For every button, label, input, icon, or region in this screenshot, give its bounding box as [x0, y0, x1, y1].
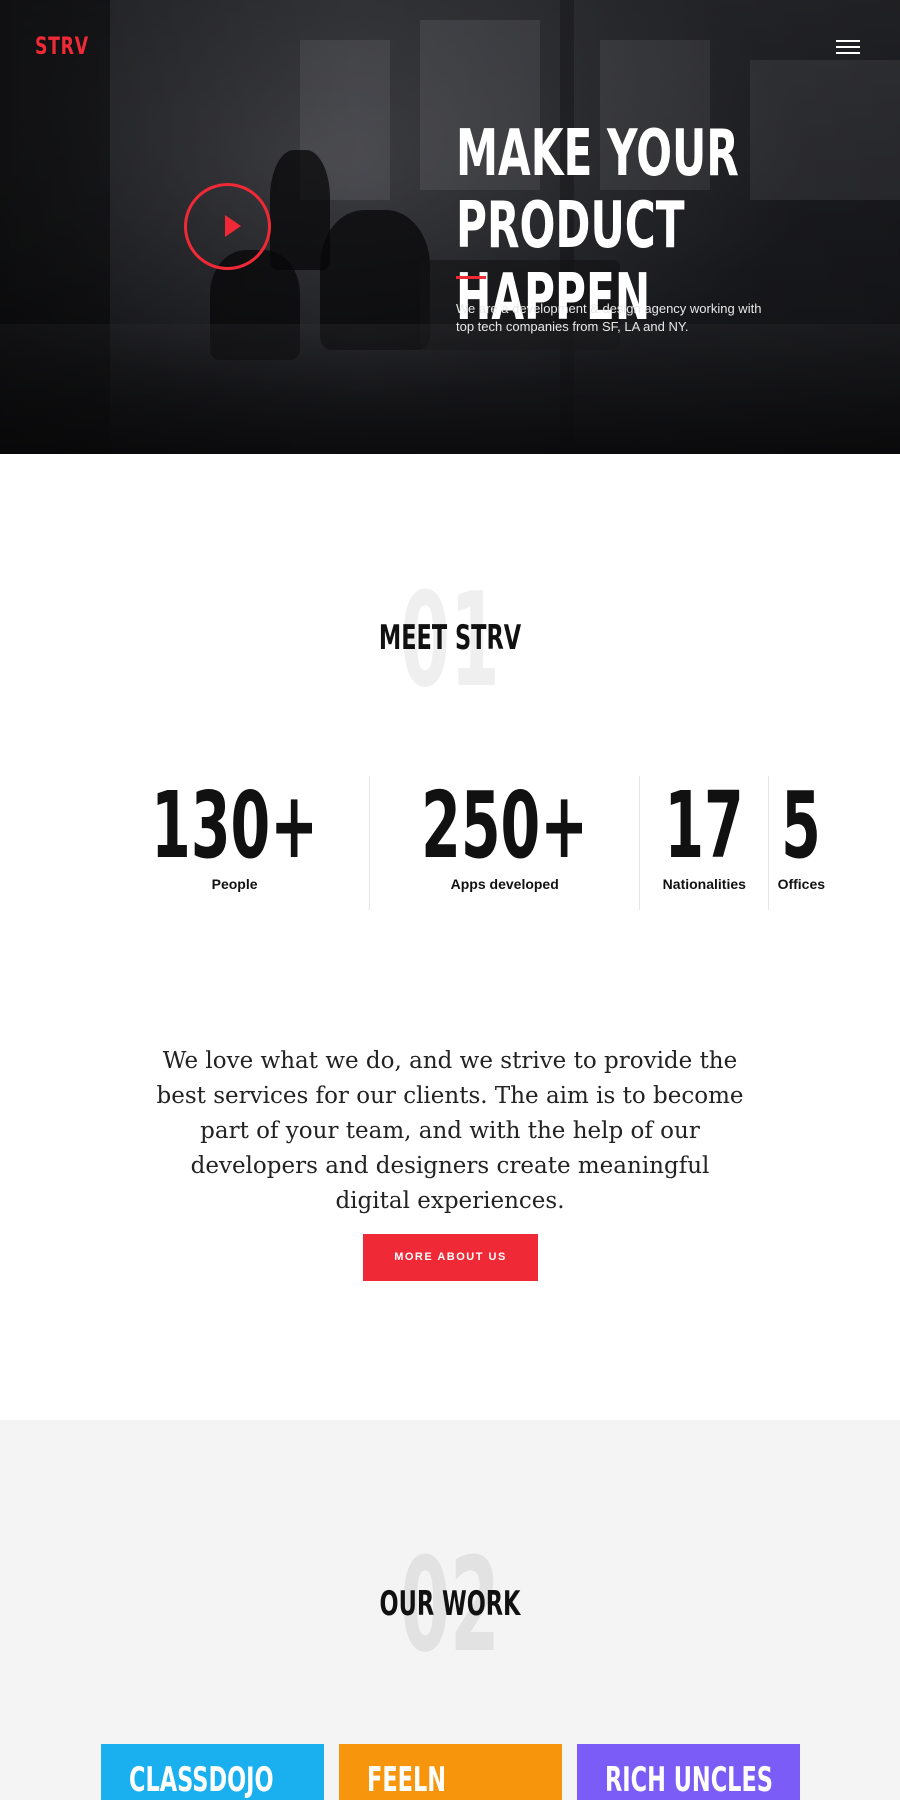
stat-people: 130+ People	[100, 776, 369, 910]
work-card-rich-uncles[interactable]: RICH UNCLES	[577, 1744, 800, 1800]
about-quote: We love what we do, and we strive to pro…	[156, 1048, 744, 1214]
stat-apps: 250+ Apps developed	[369, 776, 639, 910]
work-card-feeln[interactable]: FEELN	[339, 1744, 562, 1800]
strv-logo[interactable]: STRV	[35, 32, 89, 60]
stat-value: 17	[664, 772, 744, 879]
play-video-button[interactable]	[184, 183, 271, 270]
stat-nationalities: 17 Nationalities	[639, 776, 768, 910]
stats-row: 130+ People 250+ Apps developed 17 Natio…	[100, 776, 825, 910]
hamburger-menu-icon[interactable]	[836, 38, 860, 56]
stat-value: 5	[781, 772, 822, 879]
work-cards: CLASSDOJO FEELN RICH UNCLES	[101, 1744, 801, 1800]
hero-subtitle: We are a development & design agency wor…	[456, 301, 762, 334]
stat-value: 250+	[421, 772, 589, 879]
hero-section: STRV MAKE YOUR PRODUCT HAPPEN We are a d…	[0, 0, 900, 454]
meet-section-title: MEET STRV	[378, 618, 522, 658]
work-card-classdojo[interactable]: CLASSDOJO	[101, 1744, 324, 1800]
more-about-us-button[interactable]: MORE ABOUT US	[363, 1234, 538, 1281]
work-card-title: FEELN	[367, 1760, 447, 1800]
play-icon	[225, 215, 241, 237]
hero-background-photo	[0, 0, 900, 454]
work-card-title: RICH UNCLES	[605, 1760, 773, 1800]
stat-value: 130+	[151, 772, 319, 879]
work-section-title: OUR WORK	[379, 1584, 521, 1624]
work-card-title: CLASSDOJO	[129, 1760, 274, 1800]
hero-divider	[456, 276, 486, 279]
stat-offices: 5 Offices	[768, 776, 833, 910]
